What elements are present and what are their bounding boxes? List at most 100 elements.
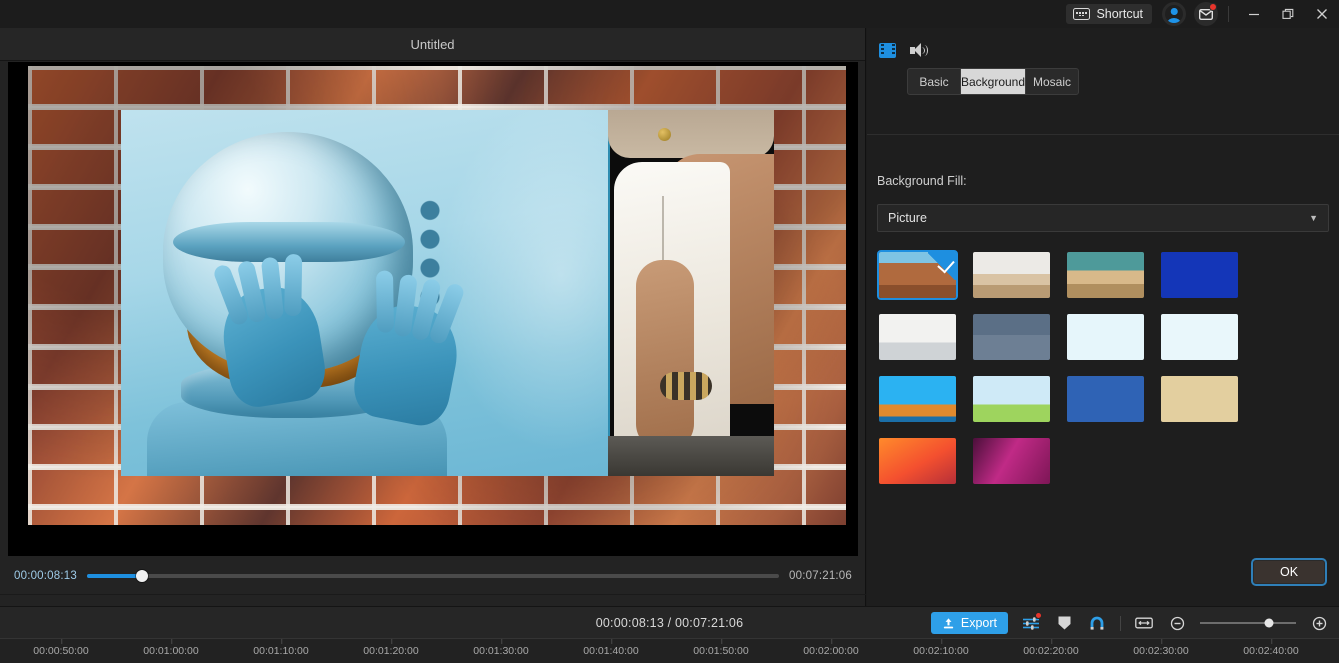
zoom-in-button[interactable] bbox=[1309, 613, 1329, 633]
video-clip-portrait bbox=[608, 110, 774, 476]
thumb-ocean-sunset[interactable] bbox=[971, 312, 1052, 362]
fit-timeline-icon[interactable] bbox=[1134, 613, 1154, 633]
speaker-wave-inner bbox=[918, 47, 925, 54]
thumb-city-skyline[interactable] bbox=[971, 374, 1052, 424]
thumb-winter-snow[interactable] bbox=[877, 312, 958, 362]
ruler-tick: 00:02:20:00 bbox=[1023, 645, 1078, 657]
user-avatar-icon bbox=[1165, 5, 1183, 23]
thumbnail-image bbox=[1161, 376, 1238, 422]
thumbnail-image bbox=[1067, 376, 1144, 422]
thumb-vintage-postcard[interactable] bbox=[1159, 374, 1240, 424]
property-tabs: Basic Background Mosaic bbox=[907, 68, 1079, 95]
thumb-pyramid-dusk[interactable] bbox=[1065, 250, 1146, 300]
minimize-icon bbox=[1248, 8, 1260, 20]
shortcut-button[interactable]: Shortcut bbox=[1066, 4, 1152, 24]
shield-marker-icon bbox=[1057, 615, 1072, 631]
tab-background[interactable]: Background bbox=[961, 69, 1026, 94]
thumbnail-image bbox=[879, 314, 956, 360]
bottom-toolbar: 00:00:08:13 / 00:07:21:06 Export bbox=[0, 606, 1339, 638]
portrait-backdrop bbox=[608, 110, 774, 158]
marker-icon[interactable] bbox=[1054, 613, 1074, 633]
timeline-ruler[interactable]: 00:00:50:00 00:01:00:00 00:01:10:00 00:01:2… bbox=[0, 638, 1339, 663]
video-preview-stage[interactable] bbox=[8, 62, 858, 556]
toolbar-divider bbox=[1120, 616, 1121, 631]
export-button[interactable]: Export bbox=[931, 612, 1008, 634]
thumb-rock-canyon[interactable] bbox=[877, 250, 958, 300]
selected-check-icon bbox=[928, 252, 956, 280]
ok-button[interactable]: OK bbox=[1253, 560, 1325, 584]
thumbnail-image bbox=[973, 314, 1050, 360]
close-icon bbox=[1316, 8, 1328, 20]
thumb-town-daylight[interactable] bbox=[877, 374, 958, 424]
thumb-underwater-fish[interactable] bbox=[1159, 250, 1240, 300]
background-fill-label: Background Fill: bbox=[877, 174, 967, 188]
tab-mosaic[interactable]: Mosaic bbox=[1026, 69, 1078, 94]
timeline-zoom-slider[interactable] bbox=[1200, 622, 1296, 624]
bottom-tools: Export bbox=[931, 607, 1329, 639]
clip-blue-edge bbox=[608, 110, 610, 476]
current-time-label: 00:00:08:13 bbox=[14, 570, 77, 582]
ruler-tick: 00:01:10:00 bbox=[253, 645, 308, 657]
mixer-icon[interactable] bbox=[1021, 613, 1041, 633]
thumbnail-image bbox=[879, 438, 956, 484]
preview-scrubber-row: 00:00:08:13 00:07:21:06 bbox=[0, 562, 866, 590]
video-clip-astronaut bbox=[121, 110, 621, 476]
thumb-desert-sunset[interactable] bbox=[971, 250, 1052, 300]
zoom-in-icon bbox=[1312, 616, 1327, 631]
zoom-out-button[interactable] bbox=[1167, 613, 1187, 633]
video-editor-window: Shortcut bbox=[0, 0, 1339, 663]
thumbnail-image bbox=[973, 376, 1050, 422]
portrait-button-detail bbox=[658, 128, 671, 141]
tab-basic[interactable]: Basic bbox=[908, 69, 961, 94]
keyboard-icon bbox=[1073, 8, 1090, 20]
zoom-out-icon bbox=[1170, 616, 1185, 631]
snap-magnet-icon bbox=[1089, 616, 1106, 631]
avatar[interactable] bbox=[1162, 2, 1186, 26]
ruler-tick: 00:02:30:00 bbox=[1133, 645, 1188, 657]
ruler-tick: 00:01:20:00 bbox=[363, 645, 418, 657]
restore-button[interactable] bbox=[1271, 0, 1305, 28]
properties-panel: Basic Background Mosaic Background Fill:… bbox=[867, 28, 1339, 606]
mail-badge bbox=[1209, 3, 1217, 11]
shortcut-label: Shortcut bbox=[1096, 7, 1143, 21]
ruler-tick: 00:00:50:00 bbox=[33, 645, 88, 657]
thumbnail-image bbox=[973, 438, 1050, 484]
thumb-orange-gradient[interactable] bbox=[877, 436, 958, 486]
video-tab-icon[interactable] bbox=[879, 43, 896, 58]
mail-button[interactable] bbox=[1194, 2, 1218, 26]
thumbnail-image bbox=[1067, 252, 1144, 298]
close-button[interactable] bbox=[1305, 0, 1339, 28]
title-bar: Shortcut bbox=[0, 0, 1339, 28]
media-type-tabs bbox=[867, 28, 1339, 62]
thumb-balloons-sky[interactable] bbox=[1159, 312, 1240, 362]
thumbnail-image bbox=[1161, 314, 1238, 360]
minimize-button[interactable] bbox=[1237, 0, 1271, 28]
total-time-label: 00:07:21:06 bbox=[789, 570, 852, 582]
ruler-tick: 00:02:40:00 bbox=[1243, 645, 1298, 657]
ruler-tick: 00:02:00:00 bbox=[803, 645, 858, 657]
audio-tab-icon[interactable] bbox=[910, 43, 928, 58]
thumbnail-image bbox=[1161, 252, 1238, 298]
thumb-confetti-sky[interactable] bbox=[1065, 312, 1146, 362]
thumb-magenta-silk[interactable] bbox=[971, 436, 1052, 486]
chevron-down-icon: ▼ bbox=[1309, 213, 1318, 223]
export-upload-icon bbox=[942, 617, 955, 630]
magnet-icon[interactable] bbox=[1087, 613, 1107, 633]
seek-fill bbox=[87, 574, 142, 578]
background-fill-select[interactable]: Picture ▼ bbox=[877, 204, 1329, 232]
preview-panel: Untitled bbox=[0, 28, 866, 606]
seek-handle[interactable] bbox=[136, 570, 148, 582]
project-title: Untitled bbox=[0, 28, 865, 61]
zoom-slider-handle[interactable] bbox=[1265, 619, 1274, 628]
ruler-tick: 00:01:50:00 bbox=[693, 645, 748, 657]
preview-seek-slider[interactable] bbox=[87, 574, 779, 578]
portrait-bracelet bbox=[660, 372, 712, 400]
thumb-union-jack[interactable] bbox=[1065, 374, 1146, 424]
export-label: Export bbox=[961, 616, 997, 630]
ruler-tick: 00:01:00:00 bbox=[143, 645, 198, 657]
thumbnail-image bbox=[879, 376, 956, 422]
restore-icon bbox=[1282, 8, 1294, 20]
mixer-badge bbox=[1035, 612, 1042, 619]
portrait-floor bbox=[608, 436, 774, 476]
thumbnail-image bbox=[1067, 314, 1144, 360]
